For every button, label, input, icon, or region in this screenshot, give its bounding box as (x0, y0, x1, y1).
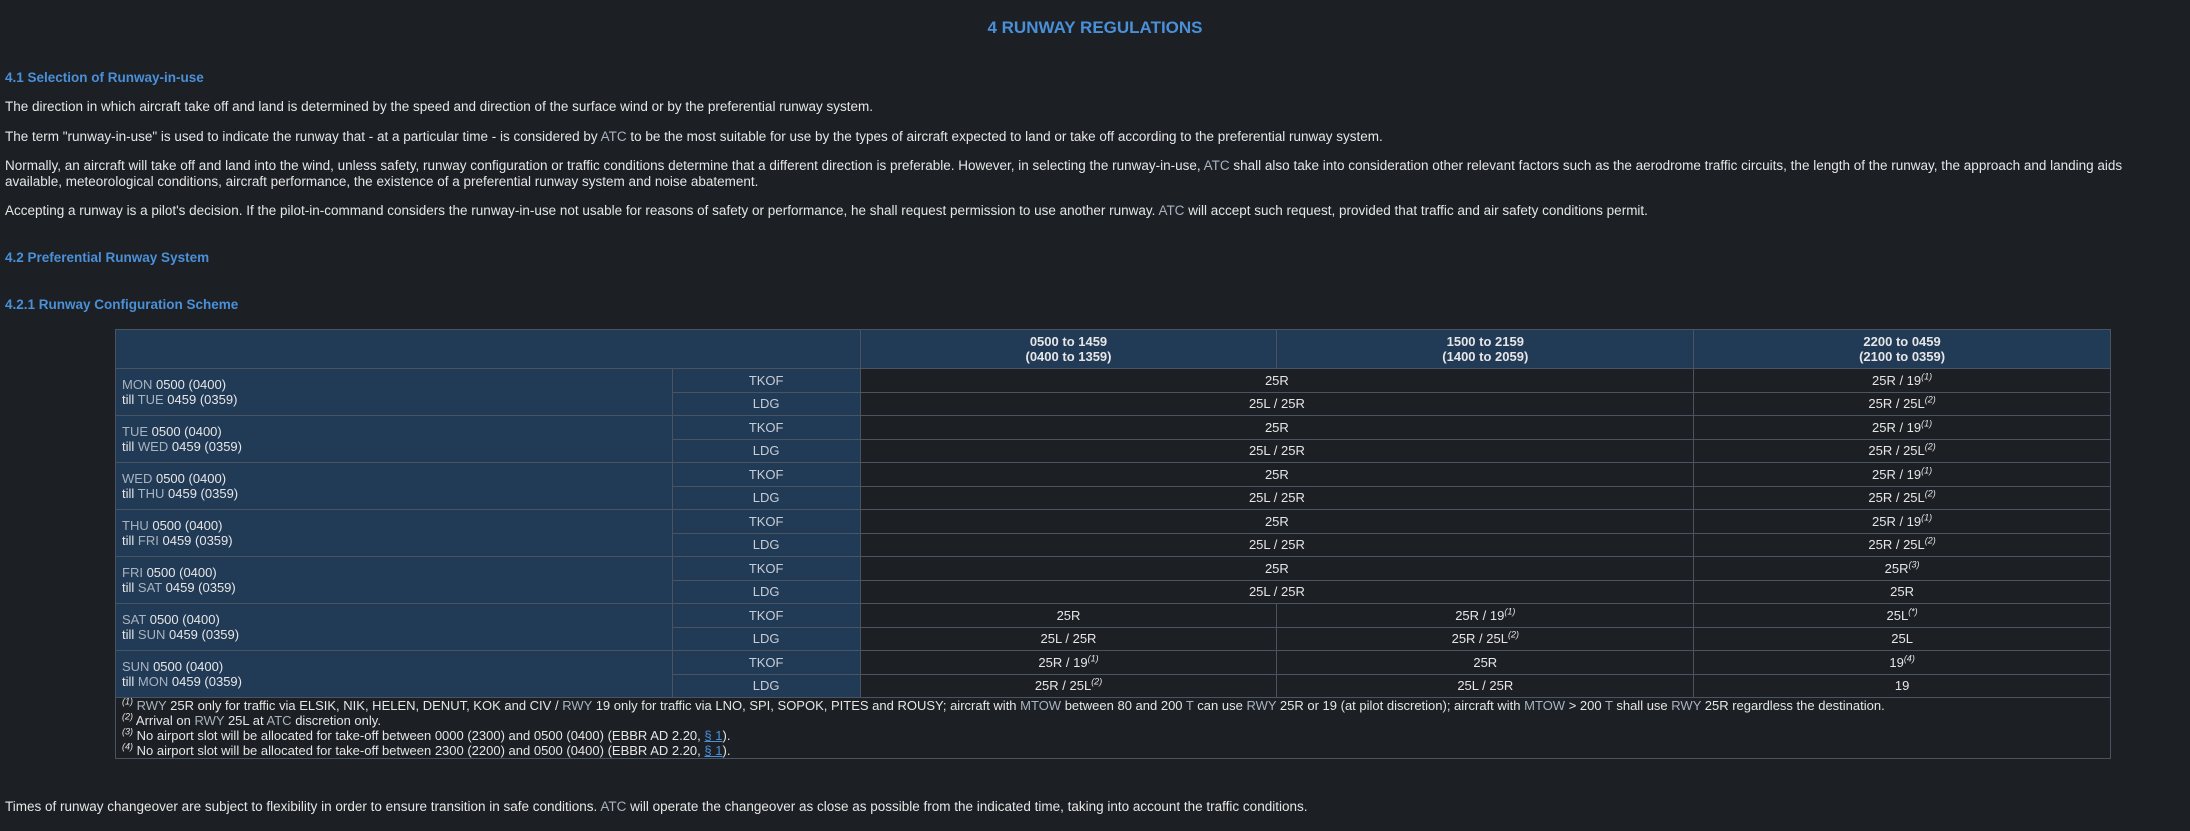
footnote-2: (2) Arrival on RWY 25L at ATC discretion… (122, 711, 381, 728)
abbreviation-atc: ATC (600, 129, 627, 144)
section-heading-4-2: 4.2 Preferential Runway System (5, 250, 210, 265)
operation-cell: LDG (671, 626, 861, 651)
runway-cell: 25L / 25R (859, 579, 1695, 604)
runway-cell: 25R / 19(1) (1693, 509, 2111, 534)
runway-cell: 25R(3) (1693, 556, 2111, 581)
footnote-3: (3) No airport slot will be allocated fo… (122, 726, 731, 743)
runway-cell: 25R (859, 556, 1695, 581)
header-period-2: 1500 to 2159 (1400 to 2059) (1276, 329, 1695, 369)
runway-cell: 25R (859, 509, 1695, 534)
runway-cell: 25R / 25L(2) (1693, 532, 2111, 557)
runway-cell: 25L(*) (1693, 603, 2111, 628)
runway-cell: 25L / 25R (859, 391, 1695, 416)
day-range-cell: THU 0500 (0400) till FRI 0459 (0359) (115, 509, 673, 557)
day-range-cell: MON 0500 (0400) till TUE 0459 (0359) (115, 368, 673, 416)
runway-cell: 25L / 25R (859, 485, 1695, 510)
runway-cell: 25R / 19(1) (1693, 368, 2111, 393)
operation-cell: LDG (671, 579, 861, 604)
runway-cell: 25L / 25R (859, 626, 1278, 651)
table-row: MON 0500 (0400) till TUE 0459 (0359) TKO… (115, 368, 2111, 416)
operation-cell: TKOF (671, 509, 861, 534)
day-range-cell: WED 0500 (0400) till THU 0459 (0359) (115, 462, 673, 510)
footnote-1: (1) RWY 25R only for traffic via ELSIK, … (122, 696, 1885, 713)
header-period-3: 2200 to 0459 (2100 to 0359) (1693, 329, 2111, 369)
section-link[interactable]: § 1 (704, 743, 722, 758)
operation-cell: TKOF (671, 462, 861, 487)
section-heading-4-2-1: 4.2.1 Runway Configuration Scheme (5, 297, 239, 312)
paragraph: Normally, an aircraft will take off and … (5, 158, 2123, 189)
day-range-cell: SAT 0500 (0400) till SUN 0459 (0359) (115, 603, 673, 651)
operation-cell: LDG (671, 485, 861, 510)
runway-configuration-table: 0500 to 1459 (0400 to 1359) 1500 to 2159(… (115, 329, 2111, 759)
operation-cell: TKOF (671, 650, 861, 675)
runway-cell: 19(4) (1693, 650, 2111, 675)
operation-cell: LDG (671, 673, 861, 698)
table-row: WED 0500 (0400) till THU 0459 (0359) TKO… (115, 462, 2111, 510)
operation-cell: LDG (671, 532, 861, 557)
table-row: THU 0500 (0400) till FRI 0459 (0359) TKO… (115, 509, 2111, 557)
operation-cell: TKOF (671, 368, 861, 393)
footnote-4: (4) No airport slot will be allocated fo… (122, 741, 731, 758)
table-row: SUN 0500 (0400) till MON 0459 (0359) TKO… (115, 650, 2111, 698)
abbreviation-atc: ATC (1203, 158, 1230, 173)
abbreviation-atc: ATC (1158, 203, 1185, 218)
runway-cell: 25R / 19(1) (1693, 462, 2111, 487)
paragraph: Accepting a runway is a pilot's decision… (5, 203, 1648, 218)
operation-cell: LDG (671, 438, 861, 463)
runway-cell: 25L / 25R (1276, 673, 1695, 698)
operation-cell: TKOF (671, 415, 861, 440)
section-link[interactable]: § 1 (704, 728, 722, 743)
runway-cell: 25R / 25L(2) (1693, 438, 2111, 463)
table-header-row: 0500 to 1459 (0400 to 1359) 1500 to 2159(… (115, 329, 2111, 369)
day-range-cell: FRI 0500 (0400) till SAT 0459 (0359) (115, 556, 673, 604)
runway-cell: 25R / 25L(2) (1693, 485, 2111, 510)
runway-cell: 25L (1693, 626, 2111, 651)
aip-page: 4 RUNWAY REGULATIONS 4.1 Selection of Ru… (0, 0, 2190, 831)
runway-cell: 25R (1276, 650, 1695, 675)
runway-cell: 25R (859, 368, 1695, 393)
runway-cell: 25R / 19(1) (859, 650, 1278, 675)
page-title: 4 RUNWAY REGULATIONS (987, 18, 1203, 37)
table-row: TUE 0500 (0400) till WED 0459 (0359) TKO… (115, 415, 2111, 463)
operation-cell: TKOF (671, 556, 861, 581)
header-empty-cell (115, 329, 861, 369)
runway-cell: 25R / 25L(2) (1276, 626, 1695, 651)
table-row: FRI 0500 (0400) till SAT 0459 (0359) TKO… (115, 556, 2111, 604)
day-range-cell: SUN 0500 (0400) till MON 0459 (0359) (115, 650, 673, 698)
operation-cell: LDG (671, 391, 861, 416)
paragraph: The direction in which aircraft take off… (5, 99, 873, 114)
runway-cell: 25R / 19(1) (1693, 415, 2111, 440)
table-notes: (1) RWY 25R only for traffic via ELSIK, … (115, 696, 2111, 759)
operation-cell: TKOF (671, 603, 861, 628)
runway-cell: 25R / 19(1) (1276, 603, 1695, 628)
runway-cell: 25L / 25R (859, 438, 1695, 463)
footer-paragraph: Times of runway changeover are subject t… (5, 799, 1308, 814)
table-row: SAT 0500 (0400) till SUN 0459 (0359) TKO… (115, 603, 2111, 651)
paragraph: The term "runway-in-use" is used to indi… (5, 129, 1383, 144)
runway-cell: 25R (859, 462, 1695, 487)
runway-cell: 25R / 25L(2) (1693, 391, 2111, 416)
runway-cell: 25R (1693, 579, 2111, 604)
runway-cell: 19 (1693, 673, 2111, 698)
table-notes-row: (1) RWY 25R only for traffic via ELSIK, … (115, 696, 2111, 759)
abbreviation-atc: ATC (600, 799, 627, 814)
section-heading-4-1: 4.1 Selection of Runway-in-use (5, 70, 204, 85)
day-range-cell: TUE 0500 (0400) till WED 0459 (0359) (115, 415, 673, 463)
runway-cell: 25L / 25R (859, 532, 1695, 557)
runway-cell: 25R (859, 415, 1695, 440)
runway-cell: 25R / 25L(2) (859, 673, 1278, 698)
header-period-1: 0500 to 1459 (0400 to 1359) (859, 329, 1278, 369)
runway-cell: 25R (859, 603, 1278, 628)
